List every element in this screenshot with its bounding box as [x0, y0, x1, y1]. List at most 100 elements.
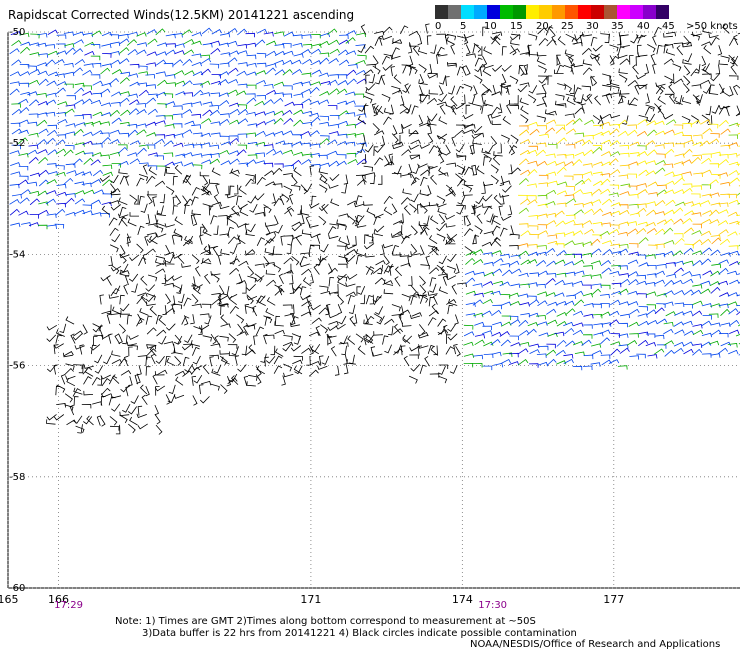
- wind-barb: [727, 193, 737, 199]
- wind-barb: [300, 130, 311, 136]
- wind-barb: [691, 156, 701, 164]
- wind-barb: [145, 74, 155, 79]
- wind-barb: [19, 107, 30, 114]
- wind-barb: [727, 292, 739, 297]
- wind-barb: [155, 233, 167, 238]
- wind-barb: [318, 72, 330, 77]
- wind-barb: [101, 31, 113, 37]
- wind-barb: [100, 154, 110, 160]
- wind-barb: [46, 334, 57, 342]
- wind-barb: [654, 211, 666, 216]
- wind-barb: [119, 414, 128, 424]
- wind-barb: [456, 204, 466, 210]
- wind-barb: [175, 376, 184, 386]
- wind-barb: [283, 235, 294, 240]
- wind-barb: [554, 292, 565, 297]
- wind-barb: [72, 330, 84, 337]
- wind-barb: [619, 43, 630, 48]
- wind-barb: [610, 299, 621, 306]
- wind-barb: [328, 234, 339, 239]
- wind-barb: [600, 151, 612, 157]
- wind-barb: [629, 212, 640, 217]
- wind-barb: [301, 159, 312, 165]
- wind-barb: [120, 310, 130, 315]
- wind-barb: [541, 83, 547, 94]
- wind-barb: [66, 170, 77, 175]
- wind-barb: [283, 85, 293, 90]
- wind-barb: [391, 203, 398, 214]
- wind-barb: [619, 58, 630, 65]
- wind-barb: [618, 68, 628, 74]
- wind-barb: [37, 224, 48, 230]
- wind-barb: [81, 182, 92, 188]
- wind-barb: [228, 119, 240, 125]
- wind-barb: [538, 76, 549, 84]
- wind-barb: [311, 343, 321, 353]
- wind-barb: [389, 104, 394, 115]
- wind-barb: [183, 162, 194, 167]
- wind-barb: [655, 252, 666, 258]
- wind-barb: [126, 314, 133, 325]
- wind-barb: [583, 354, 594, 360]
- wind-barb: [126, 39, 137, 46]
- x-tick-label: 171: [300, 593, 321, 606]
- wind-barb: [600, 284, 611, 290]
- time-label: 17:30: [478, 600, 507, 611]
- wind-barb: [145, 144, 156, 149]
- wind-barb: [672, 279, 683, 285]
- wind-barb: [590, 36, 598, 47]
- wind-barb: [645, 282, 656, 287]
- wind-barb: [473, 85, 478, 96]
- wind-barb: [700, 288, 711, 295]
- wind-barb: [55, 385, 61, 396]
- wind-barb: [155, 268, 166, 275]
- wind-barb: [717, 347, 729, 355]
- wind-barb: [592, 161, 604, 166]
- wind-barb: [274, 348, 284, 357]
- wind-barb: [556, 272, 567, 278]
- wind-barb: [282, 142, 293, 148]
- wind-barb: [73, 364, 83, 370]
- wind-barb: [382, 243, 394, 249]
- wind-barb: [518, 194, 528, 200]
- wind-barb: [401, 322, 412, 327]
- wind-barb: [84, 368, 94, 377]
- wind-barb: [73, 396, 79, 406]
- wind-barb: [710, 73, 720, 82]
- wind-barb: [591, 283, 602, 288]
- wind-barb: [219, 99, 230, 107]
- wind-barb: [347, 215, 356, 225]
- wind-barb: [329, 174, 340, 181]
- wind-barb: [74, 87, 85, 95]
- wind-barb: [119, 91, 130, 96]
- wind-barb: [157, 103, 167, 109]
- wind-barb: [263, 83, 274, 89]
- wind-barb: [382, 335, 389, 345]
- wind-barb: [700, 200, 711, 205]
- wind-barb: [436, 223, 446, 232]
- wind-barb: [683, 330, 695, 336]
- wind-barb: [728, 245, 739, 250]
- wind-barb: [175, 80, 186, 85]
- wind-barb: [100, 88, 111, 95]
- wind-barb: [536, 51, 547, 57]
- wind-barb: [319, 184, 328, 193]
- wind-barb: [147, 165, 158, 170]
- wind-barb: [657, 95, 666, 105]
- wind-barb: [218, 149, 230, 155]
- wind-barb: [711, 263, 722, 269]
- wind-barb: [119, 303, 130, 312]
- wind-barb: [563, 354, 574, 359]
- wind-barb: [154, 414, 161, 425]
- wind-barb: [118, 168, 128, 175]
- wind-barb: [546, 160, 558, 166]
- wind-barb: [130, 395, 139, 404]
- wind-barb: [283, 185, 293, 194]
- wind-barb: [436, 101, 448, 107]
- wind-barb: [355, 120, 366, 126]
- wind-barb: [201, 118, 212, 124]
- wind-barb: [481, 104, 488, 114]
- wind-barb: [700, 79, 711, 85]
- wind-barb: [600, 188, 611, 195]
- wind-barb: [654, 103, 662, 113]
